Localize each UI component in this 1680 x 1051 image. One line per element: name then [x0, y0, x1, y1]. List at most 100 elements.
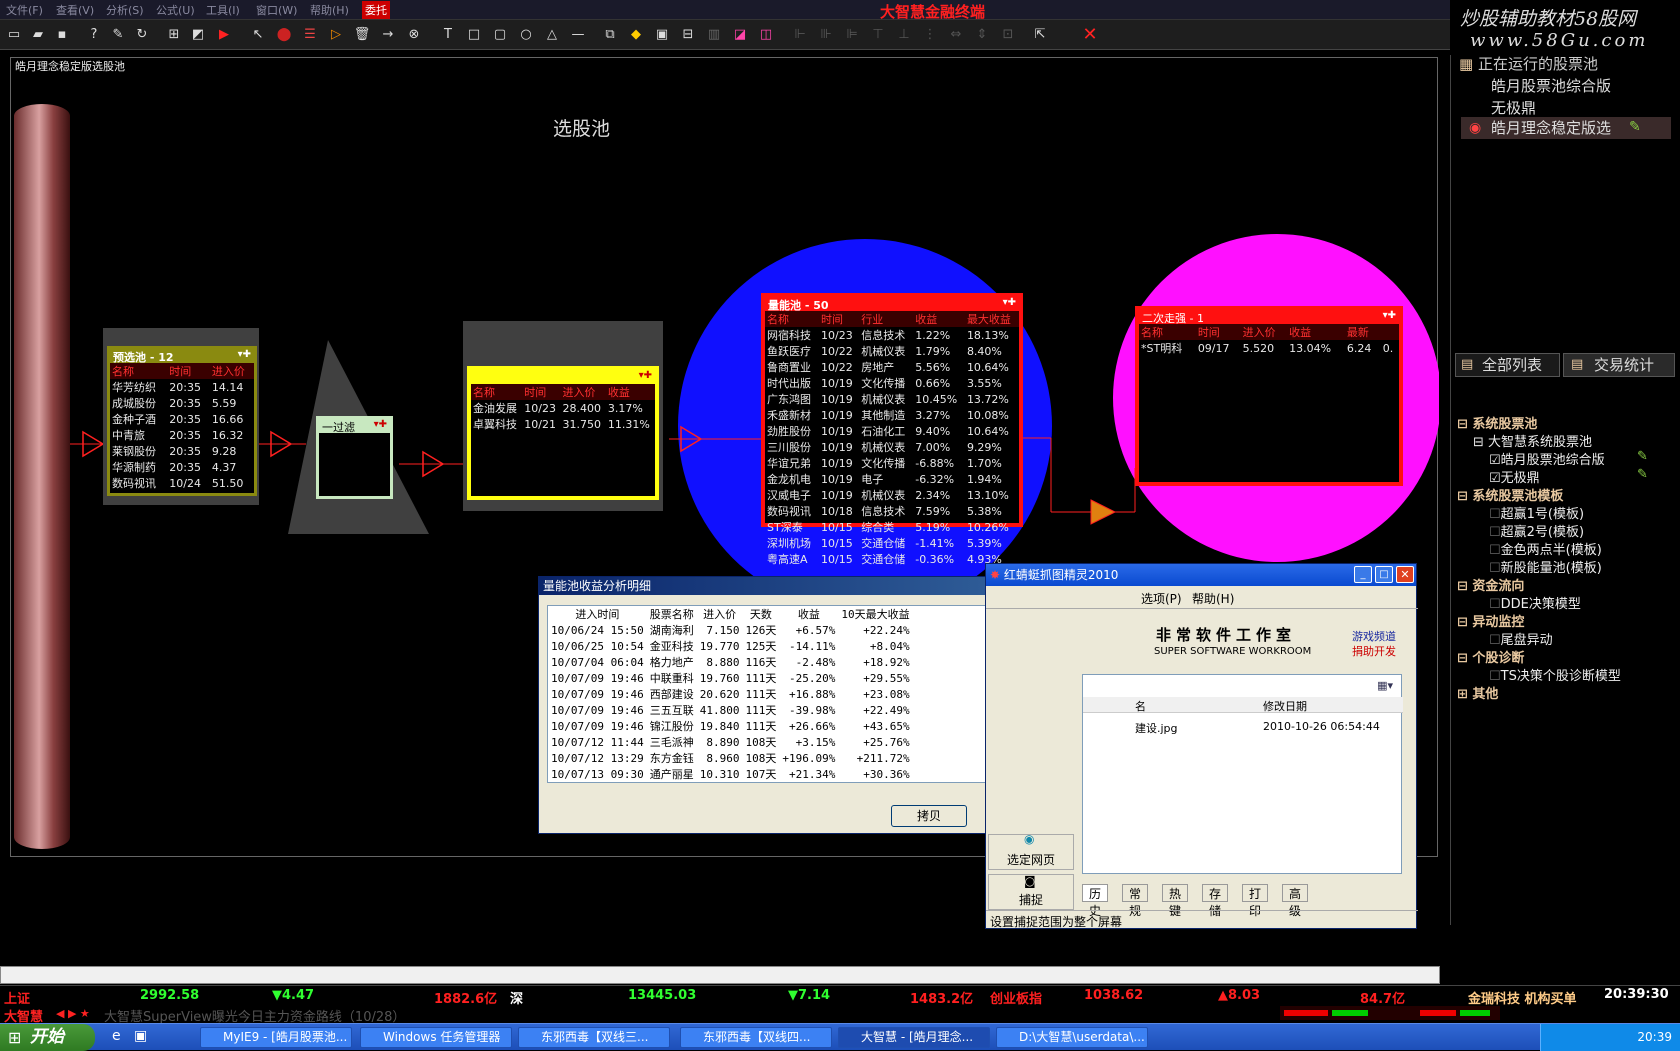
line-icon[interactable]: —: [568, 24, 588, 44]
volume-pool-col-header[interactable]: 最大收益: [964, 311, 1019, 327]
analysis-col-header[interactable]: 进入价: [697, 606, 743, 622]
analysis-col-header[interactable]: 天数: [742, 606, 779, 622]
capture-tab[interactable]: 打印: [1242, 884, 1269, 918]
analysis-col-header[interactable]: 收益: [779, 606, 838, 622]
table-row[interactable]: 成城股份 20:35 5.59: [110, 395, 254, 411]
second-pool-panel[interactable]: 二次走强 - 1 ▾✚ 名称 时间 进入价 收益 最新 *ST明科 09/17 5.520 13…: [1135, 306, 1403, 486]
list-icon[interactable]: ☰: [300, 24, 320, 44]
expand-icon[interactable]: ⊟: [1457, 651, 1472, 666]
table-row[interactable]: ST深泰 10/15 综合类 5.19% 10.26%: [765, 519, 1019, 535]
panel-menu-icon[interactable]: ▾✚: [1003, 297, 1016, 308]
export-icon[interactable]: ⇱: [1030, 24, 1050, 44]
window-close-icon[interactable]: ✕: [1396, 566, 1414, 583]
running-pool-item[interactable]: 无极鼎: [1491, 97, 1536, 118]
running-pool-item[interactable]: 皓月股票池综合版: [1491, 75, 1611, 96]
capture-tab[interactable]: 历史: [1082, 884, 1109, 918]
table-row[interactable]: 10/07/13 09:30华侨城A12.300107天+6.83%+21.14…: [548, 782, 913, 783]
table-row[interactable]: 金龙机电 10/19 电子 -6.32% 1.94%: [765, 471, 1019, 487]
tree-item[interactable]: ☑无极鼎: [1489, 467, 1540, 486]
table-row[interactable]: 10/06/24 15:50 湖南海利 7.150 126天 +6.57% +22.24%: [548, 622, 913, 638]
pre-pool-col-header[interactable]: 名称: [110, 363, 168, 379]
menu-view[interactable]: 查看(V): [56, 2, 94, 18]
tree-item[interactable]: ☐DDE决策模型: [1489, 593, 1581, 612]
history-list[interactable]: ▦▾ 名 修改日期 建设.jpg 2010-10-26 06:54:44: [1082, 674, 1403, 874]
text-icon[interactable]: T: [438, 24, 458, 44]
table-row[interactable]: 华谊兄弟 10/19 文化传播 -6.88% 1.70%: [765, 455, 1019, 471]
checkbox-icon[interactable]: ☐: [1489, 525, 1501, 540]
menu-formula[interactable]: 公式(U): [156, 2, 195, 18]
taskbar-item[interactable]: Windows 任务管理器: [360, 1027, 512, 1048]
desktop-icon[interactable]: ▣: [134, 1028, 147, 1044]
table-row[interactable]: 禾盛新材 10/19 其他制造 3.27% 10.08%: [765, 407, 1019, 423]
view-mode-icon[interactable]: ▦▾: [1377, 679, 1393, 692]
table-row[interactable]: 粤高速A 10/15 交通仓储 -0.36% 4.93%: [765, 551, 1019, 567]
new-icon[interactable]: ▭: [4, 24, 24, 44]
maximize-icon[interactable]: □: [1375, 566, 1393, 583]
tree-item[interactable]: ☐超赢2号(模板): [1489, 521, 1584, 540]
expand-icon[interactable]: ⊟: [1457, 489, 1472, 504]
minimize-icon[interactable]: _: [1354, 566, 1372, 583]
col-date[interactable]: 修改日期: [1263, 698, 1307, 714]
second-pool-col-header[interactable]: 进入价: [1240, 324, 1288, 340]
link-icon[interactable]: ⊗: [404, 24, 424, 44]
table-row[interactable]: 网宿科技 10/23 信息技术 1.22% 18.13%: [765, 327, 1019, 343]
table-row[interactable]: 深圳机场 10/15 交通仓储 -1.41% 5.39%: [765, 535, 1019, 551]
capture-tab[interactable]: 存储: [1202, 884, 1229, 918]
table-row[interactable]: 10/07/13 09:30 通产丽星 10.310 107天 +21.34% +30.3…: [548, 766, 913, 782]
table-row[interactable]: 广东鸿图 10/19 机械仪表 10.45% 13.72%: [765, 391, 1019, 407]
table-row[interactable]: 10/07/12 11:44 三毛派神 8.890 108天 +3.15% +25.76%: [548, 734, 913, 750]
tree-group[interactable]: ⊟ 系统股票池: [1457, 413, 1537, 432]
table-row[interactable]: 10/07/12 13:29 东方金钰 8.960 108天 +196.09% +211.…: [548, 750, 913, 766]
same-width-icon[interactable]: ⇔: [946, 24, 966, 44]
edit-icon[interactable]: ✎: [1637, 449, 1648, 464]
expand-icon[interactable]: ⊞: [1457, 687, 1472, 702]
expand-icon[interactable]: ⊟: [1457, 615, 1472, 630]
table-row[interactable]: 鲁商置业 10/22 房地产 5.56% 10.64%: [765, 359, 1019, 375]
ie-icon[interactable]: e: [112, 1028, 121, 1044]
close-icon[interactable]: ✕: [1080, 24, 1100, 45]
rounded-rect-icon[interactable]: ▢: [490, 24, 510, 44]
taskbar-item[interactable]: 东邪西毒【双线三...: [518, 1027, 670, 1048]
table-row[interactable]: 时代出版 10/19 文化传播 0.66% 3.55%: [765, 375, 1019, 391]
align-bottom-icon[interactable]: ⊥: [894, 24, 914, 44]
table-row[interactable]: 三川股份 10/19 机械仪表 7.00% 9.29%: [765, 439, 1019, 455]
taskbar-item[interactable]: D:\大智慧\userdata\...: [996, 1027, 1148, 1048]
menu-tools[interactable]: 工具(I): [206, 2, 240, 18]
filter-icon[interactable]: ▷: [326, 24, 346, 44]
volume-pool-col-header[interactable]: 名称: [765, 311, 820, 327]
ticker-nav-icon[interactable]: ◀ ▶ ★: [56, 1007, 90, 1020]
menu-analysis[interactable]: 分析(S): [106, 2, 144, 18]
fill-icon[interactable]: ◆: [626, 24, 646, 44]
table-row[interactable]: 华源制药 20:35 4.37: [110, 459, 254, 475]
table-row[interactable]: 10/07/09 19:46 中联重科 19.760 111天 -25.20% +29.5…: [548, 670, 913, 686]
second-pool-col-header[interactable]: 最新: [1344, 324, 1381, 340]
analysis-col-header[interactable]: 10天最大收益: [838, 606, 912, 622]
triangle-icon[interactable]: △: [542, 24, 562, 44]
rectangle-icon[interactable]: □: [464, 24, 484, 44]
table-row[interactable]: 10/07/04 06:04 格力地产 8.880 116天 -2.48% +18.92%: [548, 654, 913, 670]
copy-button[interactable]: 拷贝: [891, 805, 967, 827]
menu-file[interactable]: 文件(F): [6, 2, 43, 18]
menu-trade[interactable]: 委托: [362, 1, 390, 19]
table-row[interactable]: 数码视讯 10/24 51.50: [110, 475, 254, 491]
refresh-icon[interactable]: ↻: [132, 24, 152, 44]
tree-group[interactable]: ⊟ 异动监控: [1457, 611, 1524, 630]
tree-item[interactable]: ☐超赢1号(模板): [1489, 503, 1584, 522]
volume-pool-col-header[interactable]: 收益: [913, 311, 965, 327]
table-row[interactable]: 劲胜股份 10/19 石油化工 9.40% 10.64%: [765, 423, 1019, 439]
checkbox-icon[interactable]: ☐: [1489, 597, 1501, 612]
second-pool-col-header[interactable]: 收益: [1287, 324, 1345, 340]
yellow-pool-panel[interactable]: ▾✚ 名称 时间 进入价 收益 金油发展 10/23 28.400 3.17% 卓翼科技 10/…: [467, 366, 659, 500]
pre-pool-col-header[interactable]: 进入价: [209, 363, 254, 379]
taskbar-item[interactable]: 大智慧 - [皓月理念...: [838, 1027, 990, 1048]
tree-group[interactable]: ⊞ 其他: [1457, 683, 1498, 702]
volume-pool-col-header[interactable]: 时间: [819, 311, 860, 327]
tree-group[interactable]: ⊟ 个股诊断: [1457, 647, 1524, 666]
menu-help[interactable]: 帮助(H): [310, 2, 349, 18]
table-row[interactable]: 10/06/25 10:54 金亚科技 19.770 125天 -14.11% +8.04…: [548, 638, 913, 654]
expand-icon[interactable]: ⊟: [1457, 417, 1472, 432]
analysis-col-header[interactable]: 进入时间: [548, 606, 647, 622]
group-icon[interactable]: ⧉: [600, 24, 620, 44]
frame-icon[interactable]: ▣: [652, 24, 672, 44]
save-icon[interactable]: ▪: [52, 24, 72, 44]
